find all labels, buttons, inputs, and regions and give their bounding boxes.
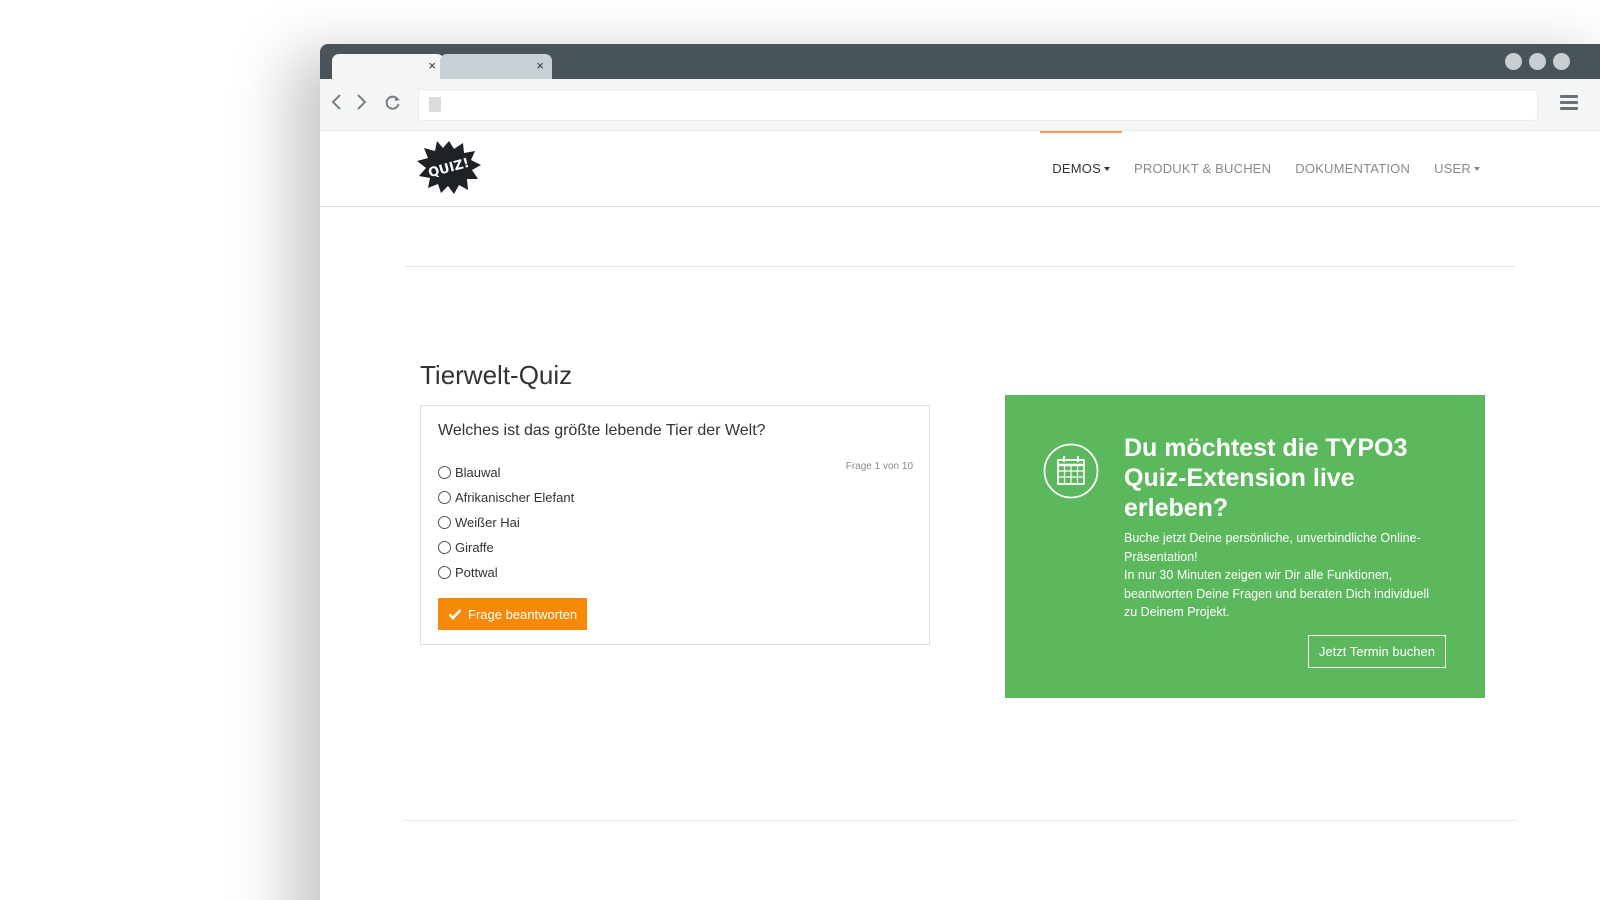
answer-option[interactable]: Weißer Hai [438,510,574,535]
tab-bar: × × [320,44,1600,79]
answer-label: Weißer Hai [455,515,520,530]
nav-item-dokumentation[interactable]: DOKUMENTATION [1295,131,1410,207]
answer-label: Pottwal [455,565,498,580]
caret-down-icon [1103,166,1110,171]
window-maximize-button[interactable] [1529,53,1546,70]
nav-label: USER [1434,161,1471,176]
calendar-icon [1043,443,1099,499]
browser-tab-active[interactable]: × [332,54,444,79]
radio-button[interactable] [438,566,451,579]
nav-item-produkt-buchen[interactable]: PRODUKT & BUCHEN [1134,131,1271,207]
quiz-title: Tierwelt-Quiz [420,360,573,390]
screen: × × QUIZ! DEMOS PRODUKT & BUCHEN DOKUMEN… [0,0,1600,900]
promo-text-line: In nur 30 Minuten zeigen wir Dir alle Fu… [1124,568,1430,619]
answer-option[interactable]: Giraffe [438,535,574,560]
answer-label: Afrikanischer Elefant [455,490,575,505]
answer-option[interactable]: Afrikanischer Elefant [438,485,574,510]
answer-label: Giraffe [455,540,494,555]
url-input[interactable] [418,89,1538,121]
divider [405,820,1515,821]
promo-heading: Du möchtest die TYPO3 Quiz-Extension liv… [1124,434,1408,522]
promo-box: Du möchtest die TYPO3 Quiz-Extension liv… [1005,395,1485,698]
main-nav: DEMOS PRODUKT & BUCHEN DOKUMENTATION USE… [1040,131,1480,207]
back-icon[interactable] [330,92,342,117]
menu-icon[interactable] [1560,95,1578,111]
answer-label: Blauwal [455,465,501,480]
radio-button[interactable] [438,491,451,504]
answer-option[interactable]: Blauwal [438,460,574,485]
nav-item-demos[interactable]: DEMOS [1040,131,1122,207]
page-icon [429,97,441,112]
browser-tab-inactive[interactable]: × [440,54,552,79]
check-icon [448,609,462,620]
question-counter: Frage 1 von 10 [845,461,913,472]
site-header: QUIZ! DEMOS PRODUKT & BUCHEN DOKUMENTATI… [320,131,1600,207]
window-close-button[interactable] [1553,53,1570,70]
divider [405,266,1515,267]
address-bar [320,79,1600,131]
quiz-card: Welches ist das größte lebende Tier der … [420,405,930,645]
answer-list: Blauwal Afrikanischer Elefant Weißer Hai… [438,460,574,585]
browser-window: × × QUIZ! DEMOS PRODUKT & BUCHEN DOKUMEN… [320,44,1600,900]
close-tab-icon[interactable]: × [536,57,544,75]
caret-down-icon [1474,166,1480,171]
submit-answer-button[interactable]: Frage beantworten [438,598,588,630]
forward-icon[interactable] [356,92,368,117]
radio-button[interactable] [438,466,451,479]
book-appointment-button[interactable]: Jetzt Termin buchen [1307,635,1446,668]
reload-icon[interactable] [384,92,402,117]
submit-label: Frage beantworten [468,606,578,622]
answer-option[interactable]: Pottwal [438,560,574,585]
nav-label: DEMOS [1052,161,1101,176]
window-minimize-button[interactable] [1505,53,1522,70]
nav-item-user[interactable]: USER [1434,131,1480,207]
radio-button[interactable] [438,541,451,554]
radio-button[interactable] [438,516,451,529]
question-text: Welches ist das größte lebende Tier der … [438,422,766,439]
close-tab-icon[interactable]: × [428,57,436,75]
promo-text-line: Buche jetzt Deine persönliche, unverbind… [1124,531,1421,564]
promo-text: Buche jetzt Deine persönliche, unverbind… [1124,529,1434,622]
quiz-logo[interactable]: QUIZ! [416,139,482,195]
